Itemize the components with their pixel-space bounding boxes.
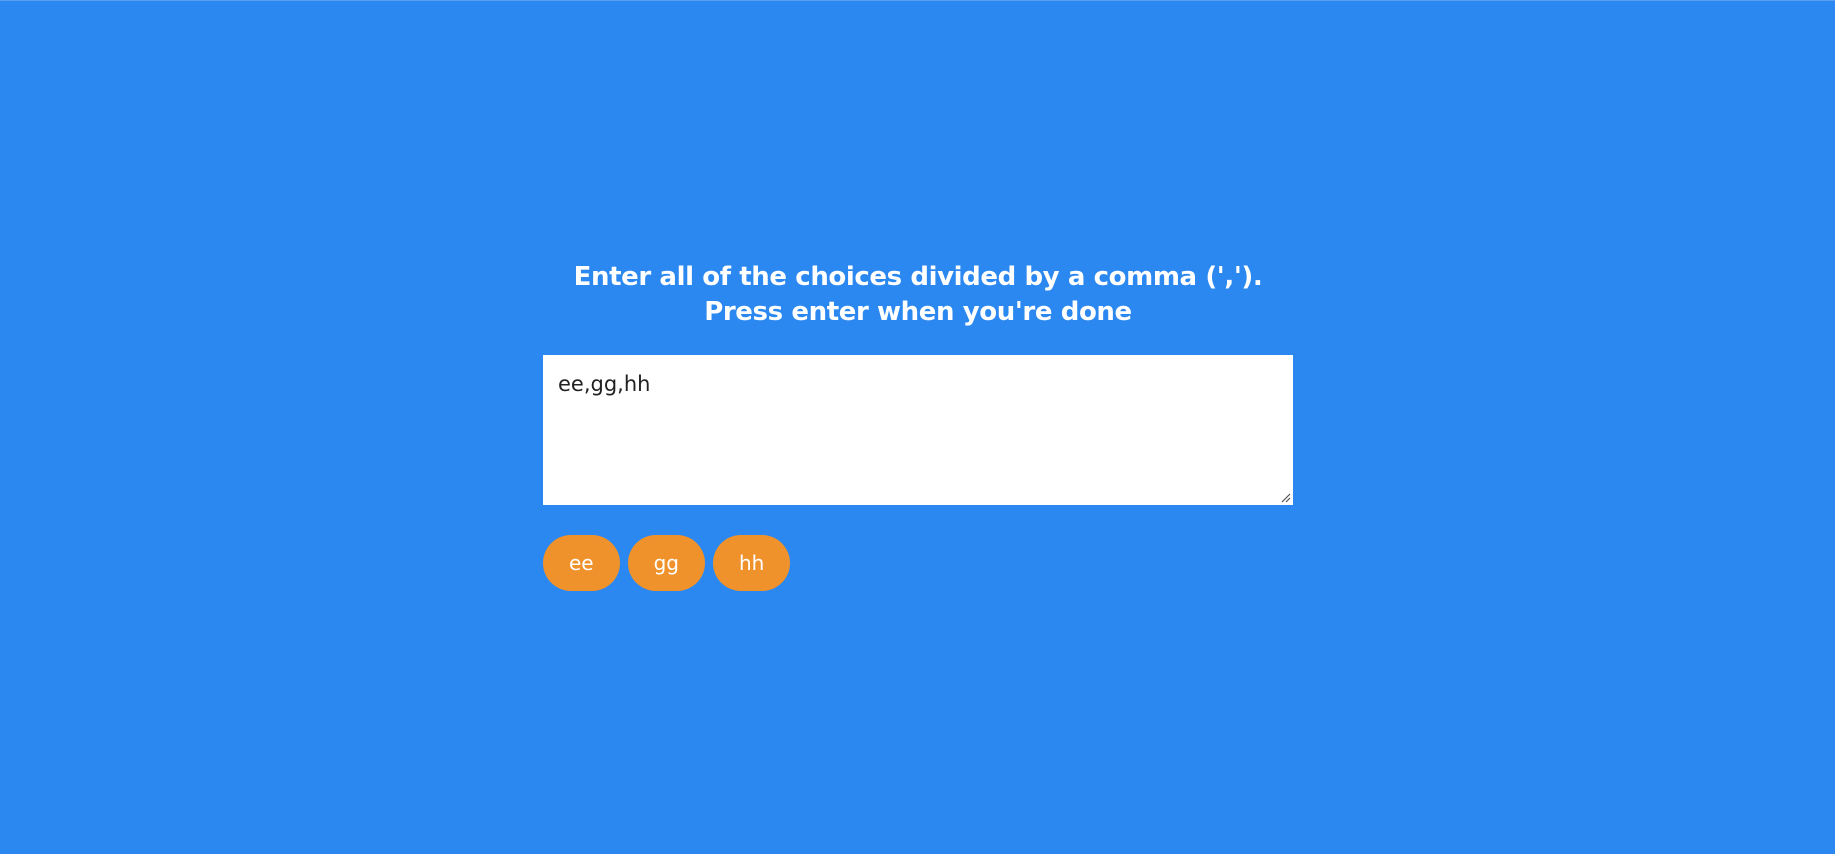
choice-tag[interactable]: hh: [713, 535, 791, 591]
choice-entry-panel: Enter all of the choices divided by a co…: [543, 260, 1293, 591]
resize-grip-icon[interactable]: [1279, 491, 1291, 503]
choice-tags: ee gg hh: [543, 535, 1293, 591]
top-border: [0, 0, 1835, 1]
instructions-line-2: Press enter when you're done: [704, 297, 1132, 327]
instructions-line-1: Enter all of the choices divided by a co…: [573, 262, 1263, 292]
choice-tag[interactable]: ee: [543, 535, 620, 591]
choices-textarea[interactable]: [543, 355, 1293, 505]
choice-tag[interactable]: gg: [627, 535, 705, 591]
instructions-heading: Enter all of the choices divided by a co…: [543, 260, 1293, 330]
choices-textarea-wrapper: [543, 355, 1293, 505]
